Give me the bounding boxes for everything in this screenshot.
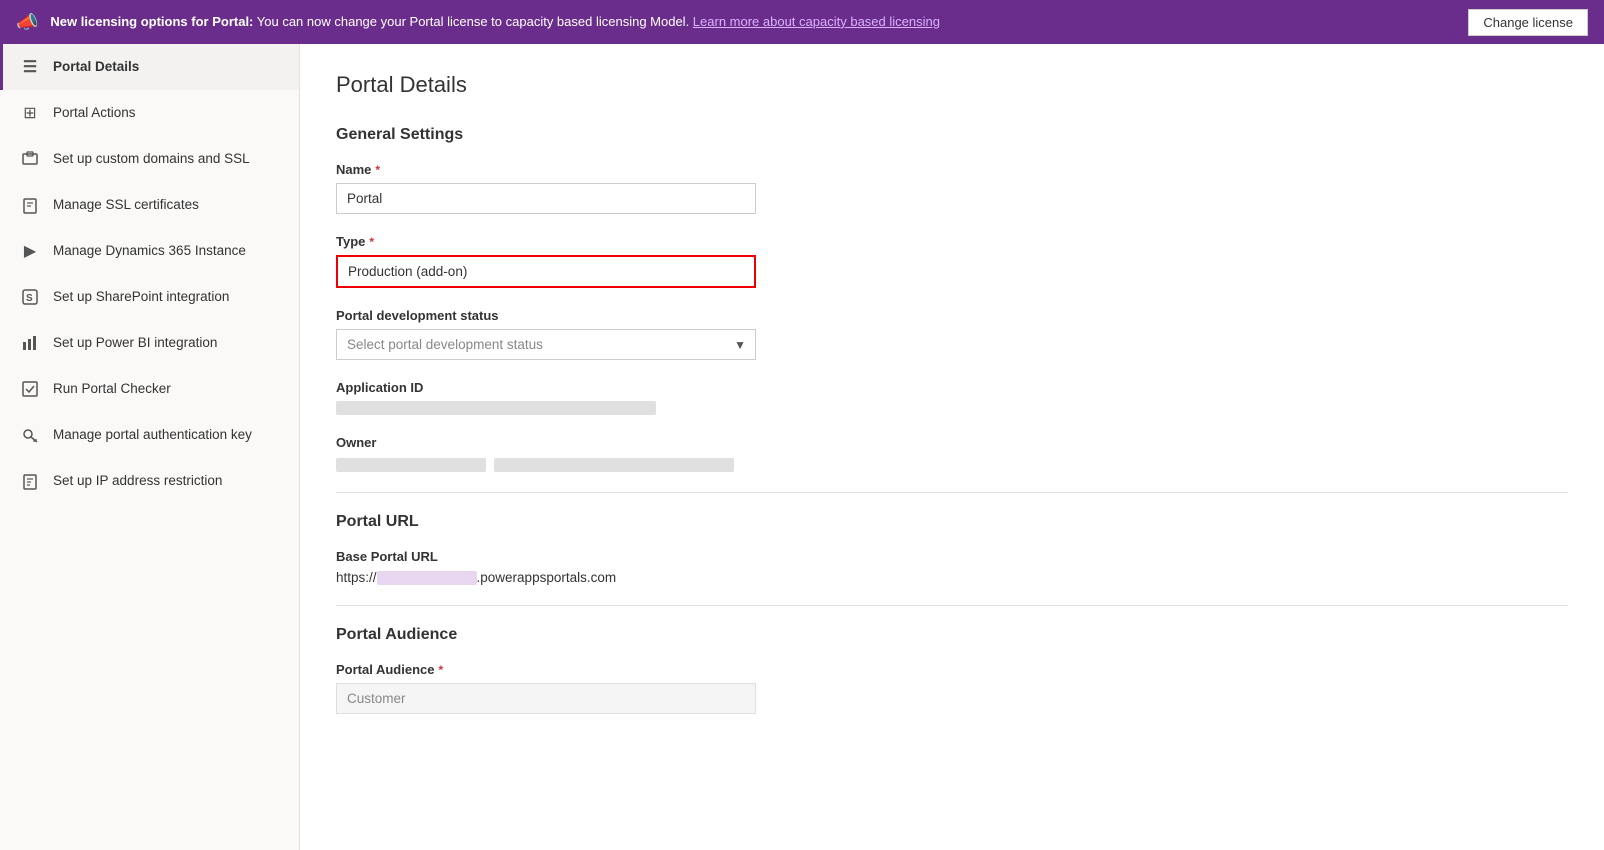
portal-details-icon: ☰: [19, 56, 41, 78]
owner-value-bar-2: [494, 458, 734, 472]
sidebar-label-auth-key: Manage portal authentication key: [53, 426, 252, 444]
sidebar-label-sharepoint: Set up SharePoint integration: [53, 288, 229, 306]
type-input[interactable]: [336, 255, 756, 288]
banner-icon: 📣: [16, 12, 38, 33]
sidebar-label-portal-details: Portal Details: [53, 58, 139, 76]
dev-status-select-wrapper: Select portal development status ▼: [336, 329, 756, 360]
name-input[interactable]: [336, 183, 756, 214]
learn-more-link[interactable]: Learn more about capacity based licensin…: [693, 14, 940, 29]
section-divider-2: [336, 605, 1568, 606]
url-redacted-part: [377, 571, 477, 585]
sidebar-item-portal-actions[interactable]: ⊞ Portal Actions: [0, 90, 299, 136]
sidebar: ☰ Portal Details ⊞ Portal Actions Set up…: [0, 44, 300, 850]
base-url-field-group: Base Portal URL https:// .powerappsporta…: [336, 549, 1568, 585]
portal-audience-title: Portal Audience: [336, 626, 1568, 644]
owner-label: Owner: [336, 435, 1568, 450]
general-settings-title: General Settings: [336, 126, 1568, 144]
type-label: Type *: [336, 234, 1568, 249]
sidebar-label-ip-restriction: Set up IP address restriction: [53, 472, 222, 490]
power-bi-icon: [19, 332, 41, 354]
app-id-value: [336, 401, 656, 415]
sidebar-label-portal-checker: Run Portal Checker: [53, 380, 171, 398]
sidebar-item-sharepoint[interactable]: S Set up SharePoint integration: [0, 274, 299, 320]
banner-text: New licensing options for Portal: You ca…: [50, 13, 1456, 31]
base-url-value: https:// .powerappsportals.com: [336, 570, 1568, 585]
licensing-banner: 📣 New licensing options for Portal: You …: [0, 0, 1604, 44]
owner-value-bar: [336, 458, 486, 472]
svg-text:S: S: [26, 293, 33, 304]
type-required-star: *: [369, 235, 374, 249]
sharepoint-icon: S: [19, 286, 41, 308]
sidebar-item-ssl-certificates[interactable]: Manage SSL certificates: [0, 182, 299, 228]
sidebar-item-dynamics-instance[interactable]: ▶ Manage Dynamics 365 Instance: [0, 228, 299, 274]
portal-audience-label: Portal Audience *: [336, 662, 1568, 677]
owner-field-group: Owner: [336, 435, 1568, 472]
base-url-label: Base Portal URL: [336, 549, 1568, 564]
sidebar-item-portal-details[interactable]: ☰ Portal Details: [0, 44, 299, 90]
sidebar-item-auth-key[interactable]: Manage portal authentication key: [0, 412, 299, 458]
portal-checker-icon: [19, 378, 41, 400]
dev-status-field-group: Portal development status Select portal …: [336, 308, 1568, 360]
section-divider: [336, 492, 1568, 493]
page-title: Portal Details: [336, 72, 1568, 98]
portal-actions-icon: ⊞: [19, 102, 41, 124]
app-id-field-group: Application ID: [336, 380, 1568, 415]
dynamics-instance-icon: ▶: [19, 240, 41, 262]
name-field-group: Name *: [336, 162, 1568, 214]
ssl-certificates-icon: [19, 194, 41, 216]
portal-url-title: Portal URL: [336, 513, 1568, 531]
sidebar-label-power-bi: Set up Power BI integration: [53, 334, 217, 352]
sidebar-label-ssl-certs: Manage SSL certificates: [53, 196, 199, 214]
ip-restriction-icon: [19, 470, 41, 492]
sidebar-label-custom-domains: Set up custom domains and SSL: [53, 150, 250, 168]
custom-domains-icon: [19, 148, 41, 170]
portal-audience-input[interactable]: [336, 683, 756, 714]
dev-status-label: Portal development status: [336, 308, 1568, 323]
type-field-group: Type *: [336, 234, 1568, 288]
sidebar-item-custom-domains[interactable]: Set up custom domains and SSL: [0, 136, 299, 182]
change-license-button[interactable]: Change license: [1468, 9, 1588, 36]
portal-audience-field-group: Portal Audience *: [336, 662, 1568, 714]
main-content: Portal Details General Settings Name * T…: [300, 44, 1604, 850]
app-id-label: Application ID: [336, 380, 1568, 395]
name-label: Name *: [336, 162, 1568, 177]
dev-status-select[interactable]: Select portal development status: [336, 329, 756, 360]
sidebar-label-dynamics-instance: Manage Dynamics 365 Instance: [53, 242, 246, 260]
sidebar-item-portal-checker[interactable]: Run Portal Checker: [0, 366, 299, 412]
portal-audience-required-star: *: [438, 663, 443, 677]
sidebar-item-power-bi[interactable]: Set up Power BI integration: [0, 320, 299, 366]
sidebar-label-portal-actions: Portal Actions: [53, 104, 136, 122]
auth-key-icon: [19, 424, 41, 446]
sidebar-item-ip-restriction[interactable]: Set up IP address restriction: [0, 458, 299, 504]
name-required-star: *: [375, 163, 380, 177]
